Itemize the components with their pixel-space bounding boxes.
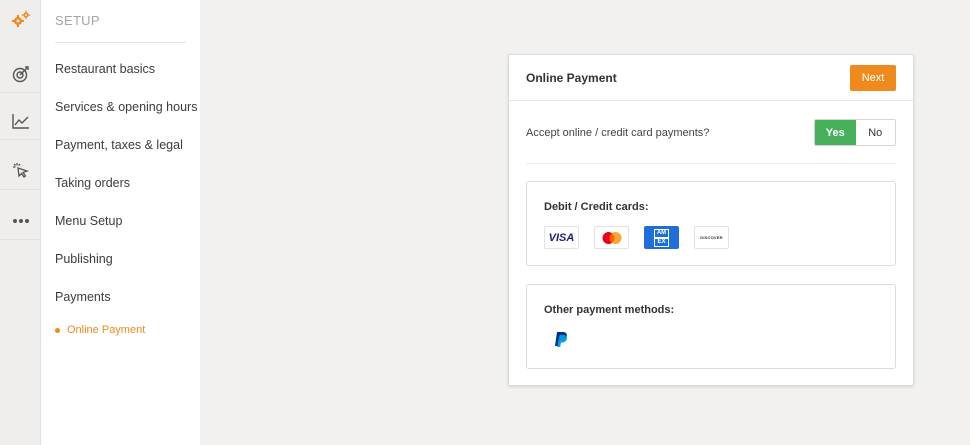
debit-credit-card-box: Debit / Credit cards: VISA AM EX DISCOVE… [526,181,896,266]
icon-rail [0,0,41,445]
sidebar-item-taking-orders[interactable]: Taking orders [55,176,130,190]
visa-logo-text: VISA [548,231,575,244]
accept-payments-toggle: Yes No [814,119,896,146]
rail-item-more[interactable] [0,202,41,240]
next-button[interactable]: Next [850,65,896,91]
sidebar-item-services-hours[interactable]: Services & opening hours [55,100,197,114]
paypal-logo [554,331,568,353]
rail-item-tools[interactable] [0,152,41,190]
mastercard-icon [602,231,621,244]
chart-icon [11,113,29,129]
sidebar-item-payments[interactable]: Payments [55,290,111,304]
discover-logo-text: DISCOVER [700,235,723,240]
card-logos: VISA AM EX DISCOVER [544,226,729,249]
sidebar-item-restaurant-basics[interactable]: Restaurant basics [55,62,155,76]
sidebar-item-publishing[interactable]: Publishing [55,252,113,266]
panel-title: Online Payment [526,71,617,85]
no-option[interactable]: No [855,120,895,145]
sidebar-divider [55,42,186,43]
panel-header: Online Payment Next [509,55,913,101]
mastercard-logo [594,226,629,249]
discover-logo: DISCOVER [694,226,729,249]
amex-logo-text-bottom: EX [654,237,669,247]
other-payment-methods-box: Other payment methods: [526,284,896,369]
other-methods-title: Other payment methods: [544,304,675,316]
gears-icon [11,10,30,27]
online-payment-panel: Online Payment Next Accept online / cred… [508,54,914,386]
rail-item-reports[interactable] [0,102,41,140]
sidebar-item-payment-taxes[interactable]: Payment, taxes & legal [55,138,183,152]
sidebar-subitem-online-payment[interactable]: Online Payment [55,324,145,336]
more-icon [12,218,29,223]
yes-option[interactable]: Yes [815,120,856,145]
setup-sidebar: SETUP Restaurant basics Services & openi… [41,0,200,445]
sidebar-item-menu-setup[interactable]: Menu Setup [55,214,122,228]
rail-item-marketing[interactable] [0,55,41,93]
paypal-icon [555,332,568,347]
cursor-click-icon [12,162,29,178]
cards-title: Debit / Credit cards: [544,201,649,213]
amex-logo-text-top: AM [653,228,670,238]
sidebar-title: SETUP [55,13,100,28]
target-icon [12,65,29,82]
active-dot-icon [55,327,60,333]
section-divider [526,163,896,164]
visa-logo: VISA [544,226,579,249]
amex-logo: AM EX [644,226,679,249]
accept-payments-question: Accept online / credit card payments? [526,127,710,139]
sidebar-subitem-label: Online Payment [67,324,146,336]
rail-item-setup[interactable] [0,0,41,38]
